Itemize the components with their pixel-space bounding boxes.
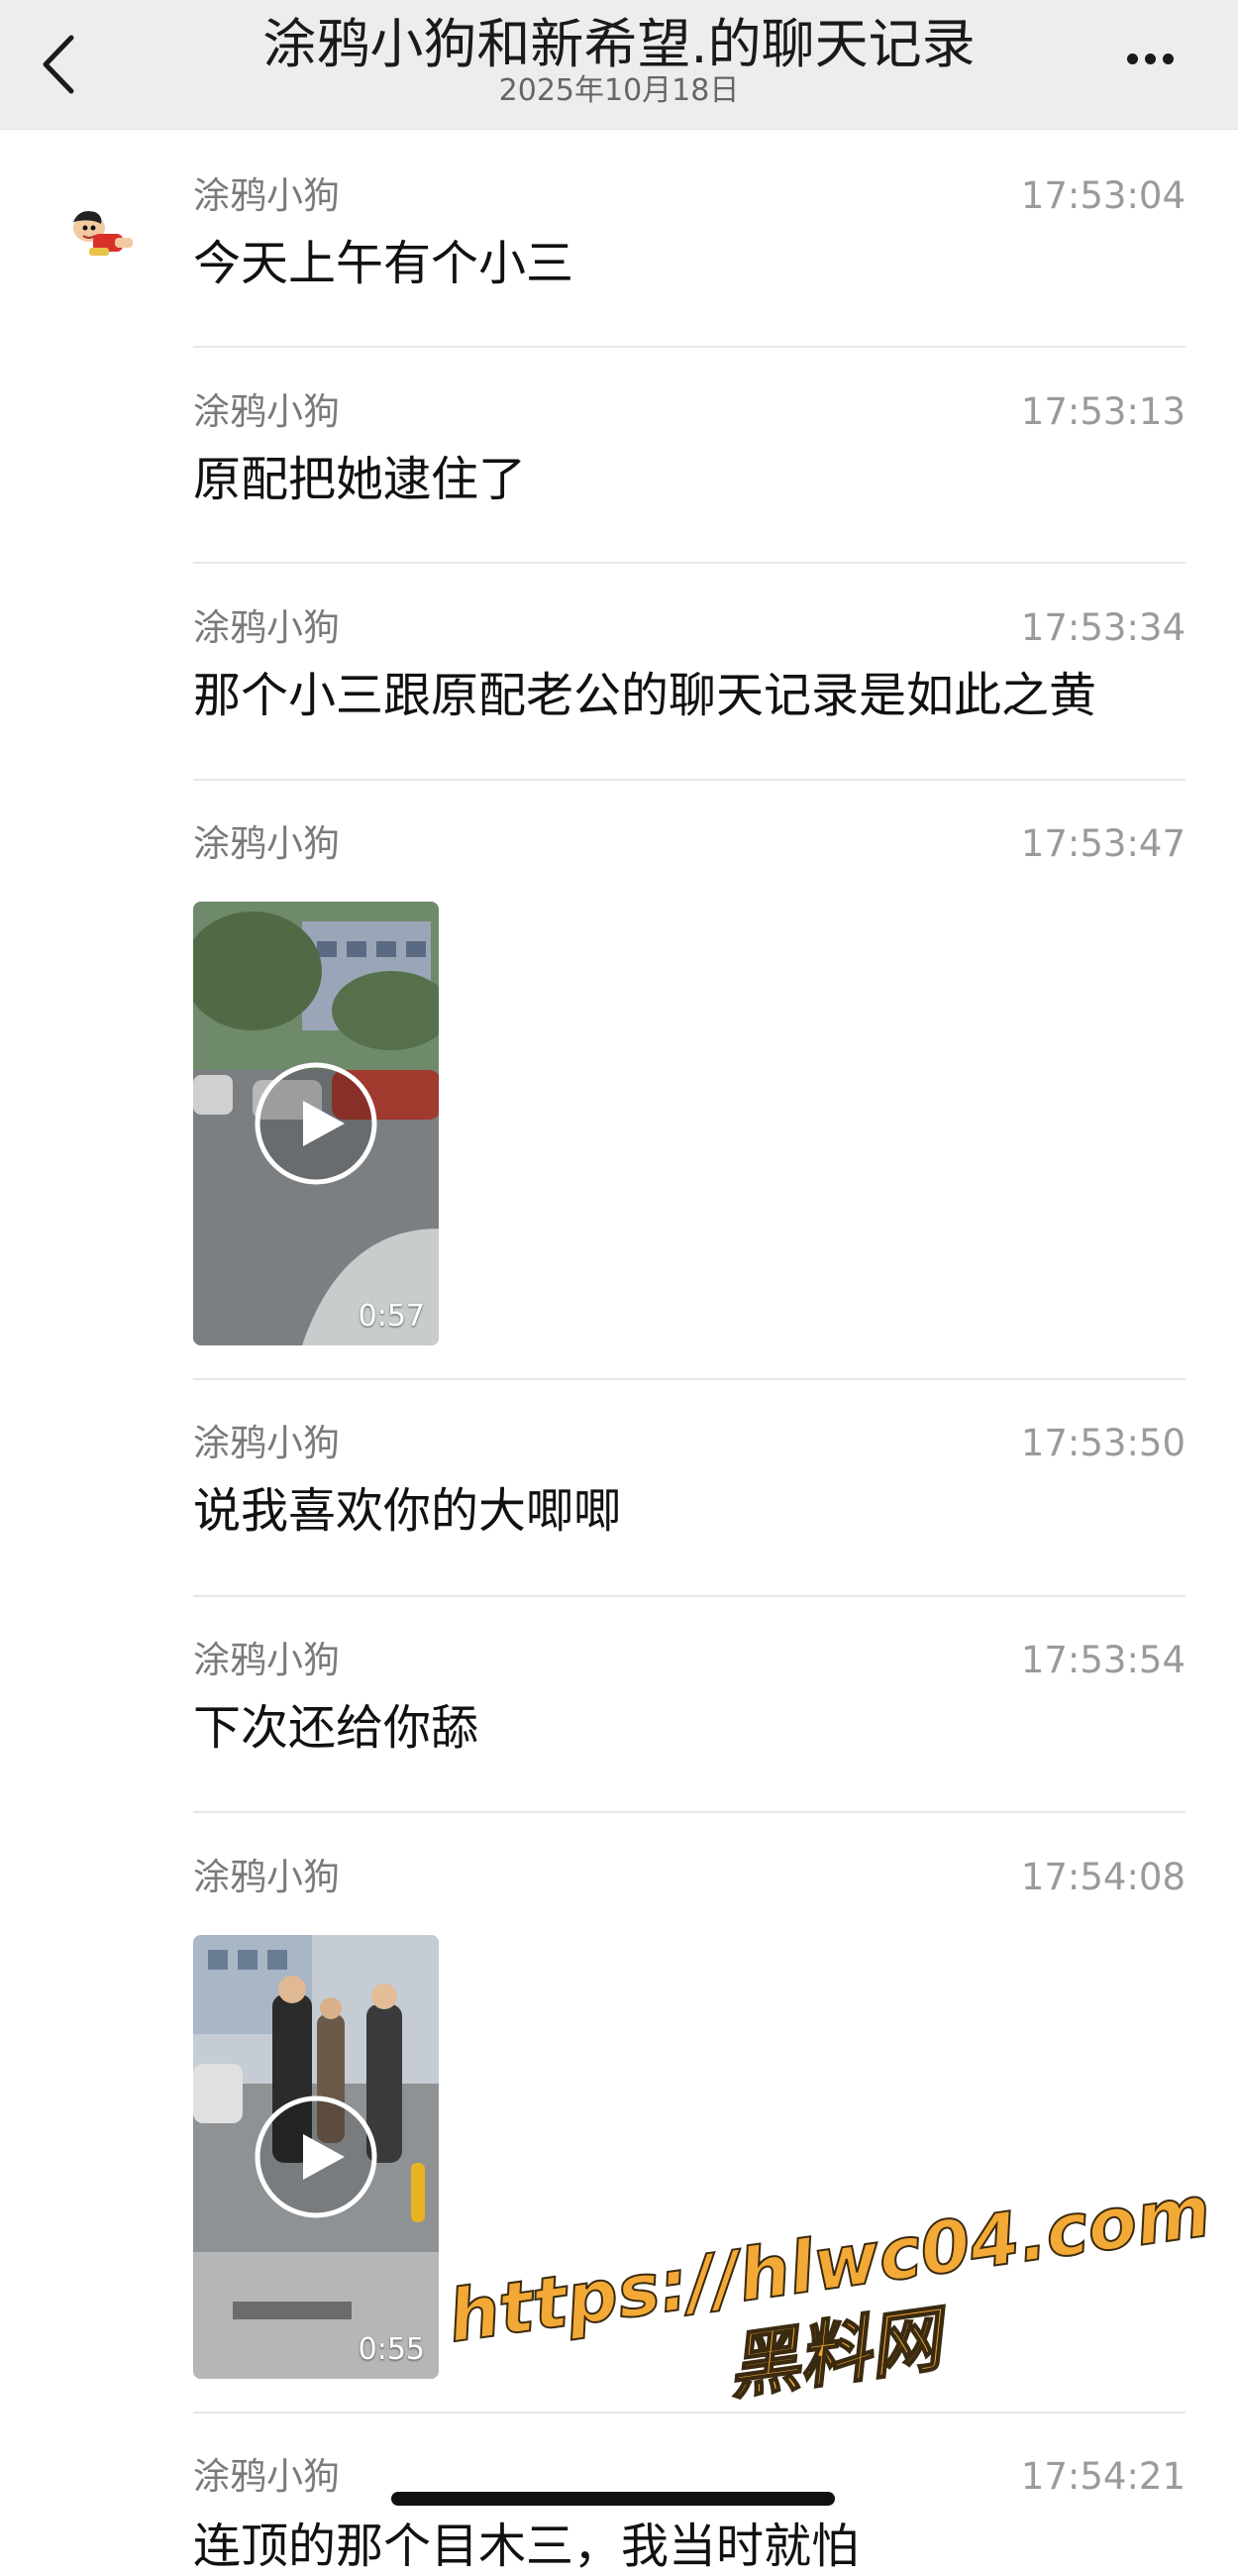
message-text[interactable]: 连顶的那个目木三，我当时就怕 — [193, 2517, 859, 2576]
divider — [193, 1378, 1186, 1380]
message-time: 17:53:50 — [1020, 1422, 1186, 1464]
back-button[interactable] — [36, 30, 85, 99]
message-text[interactable]: 那个小三跟原配老公的聊天记录是如此之黄 — [193, 666, 1096, 725]
message-item: 涂鸦小狗 17:53:34 那个小三跟原配老公的聊天记录是如此之黄 — [193, 606, 1186, 755]
play-icon — [255, 1062, 377, 1185]
message-time: 17:53:34 — [1020, 606, 1186, 649]
chevron-left-icon — [43, 35, 74, 94]
sender-name: 涂鸦小狗 — [193, 606, 340, 649]
video-thumbnail[interactable]: 0:57 — [193, 902, 439, 1345]
message-time: 17:54:08 — [1020, 1856, 1186, 1898]
divider — [193, 562, 1186, 564]
divider — [193, 346, 1186, 348]
sender-name: 涂鸦小狗 — [193, 174, 340, 217]
message-time: 17:53:04 — [1020, 174, 1186, 217]
home-indicator[interactable] — [391, 2492, 835, 2506]
sender-name: 涂鸦小狗 — [193, 390, 340, 433]
sender-name: 涂鸦小狗 — [193, 1422, 340, 1464]
message-item: 涂鸦小狗 17:53:47 0:57 — [193, 822, 1186, 1357]
message-item: 涂鸦小狗 17:53:04 今天上午有个小三 — [193, 174, 1186, 323]
message-item: 涂鸦小狗 17:53:13 原配把她逮住了 — [193, 390, 1186, 539]
sender-name: 涂鸦小狗 — [193, 2455, 340, 2498]
more-button[interactable] — [1127, 50, 1190, 73]
play-icon — [255, 2095, 377, 2218]
video-duration: 0:55 — [358, 2332, 425, 2367]
message-time: 17:53:47 — [1020, 822, 1186, 865]
divider — [193, 1595, 1186, 1597]
message-time: 17:53:54 — [1020, 1639, 1186, 1681]
sender-name: 涂鸦小狗 — [193, 1856, 340, 1898]
chat-header: 涂鸦小狗和新希望.的聊天记录 2025年10月18日 — [0, 0, 1238, 130]
message-text[interactable]: 今天上午有个小三 — [193, 234, 573, 293]
message-text[interactable]: 说我喜欢你的大唧唧 — [193, 1481, 621, 1541]
message-item: 涂鸦小狗 17:53:50 说我喜欢你的大唧唧 — [193, 1422, 1186, 1570]
message-text[interactable]: 原配把她逮住了 — [193, 450, 526, 509]
more-dots-icon — [1127, 54, 1138, 64]
divider — [193, 779, 1186, 781]
sender-name: 涂鸦小狗 — [193, 1639, 340, 1681]
chat-date: 2025年10月18日 — [498, 73, 740, 108]
chat-title: 涂鸦小狗和新希望.的聊天记录 — [262, 13, 976, 75]
message-time: 17:54:21 — [1020, 2455, 1186, 2498]
divider — [193, 1811, 1186, 1813]
message-item: 涂鸦小狗 17:53:54 下次还给你舔 — [193, 1639, 1186, 1787]
avatar[interactable] — [59, 198, 139, 277]
video-thumbnail[interactable]: 0:55 — [193, 1935, 439, 2379]
message-text[interactable]: 下次还给你舔 — [193, 1698, 478, 1758]
video-duration: 0:57 — [358, 1299, 425, 1334]
sender-name: 涂鸦小狗 — [193, 822, 340, 865]
message-time: 17:53:13 — [1020, 390, 1186, 433]
